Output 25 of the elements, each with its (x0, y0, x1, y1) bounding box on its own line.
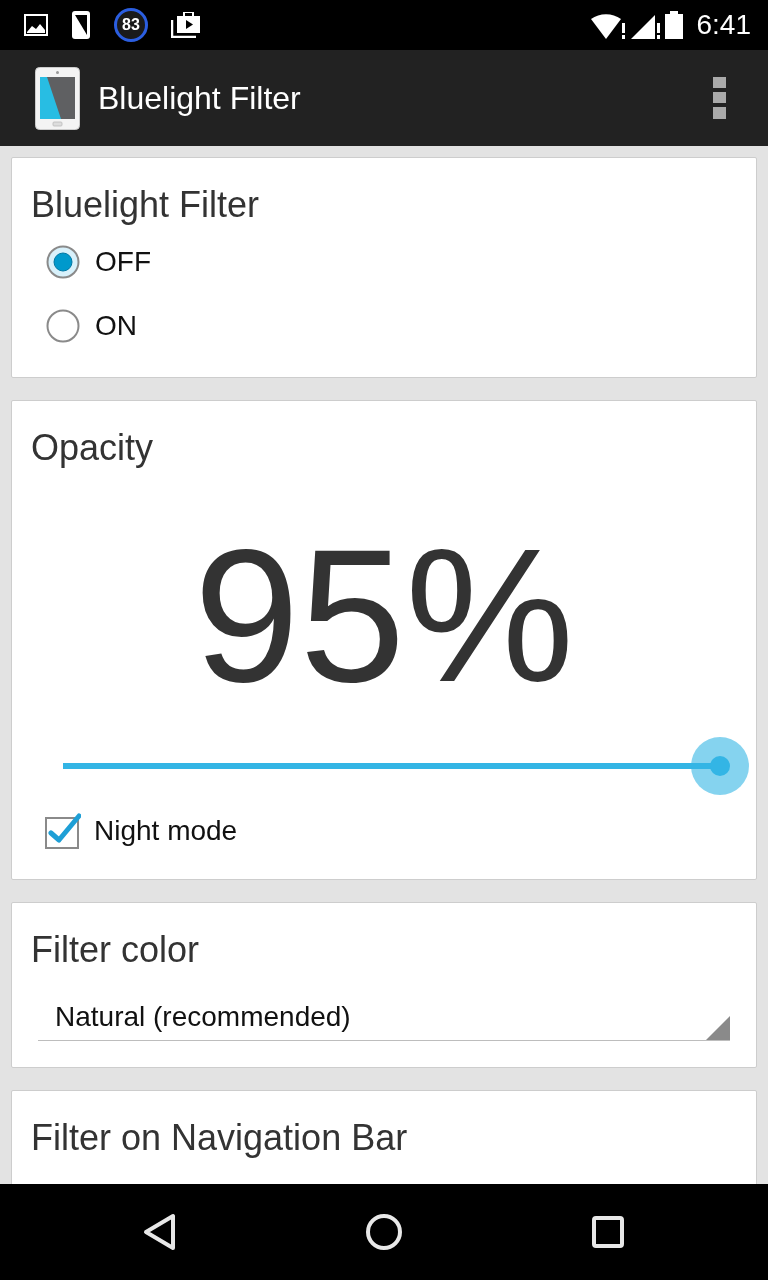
app-logo-icon (35, 66, 80, 130)
overflow-menu-icon[interactable] (713, 77, 726, 119)
card-title: Opacity (31, 426, 155, 470)
card-title: Filter on Navigation Bar (31, 1116, 409, 1160)
dropdown[interactable]: Natural (recommended) (38, 994, 730, 1041)
radio-button[interactable] (46, 245, 80, 279)
option-label[interactable]: ON (95, 310, 137, 342)
opacity-value: 95% (193, 520, 575, 710)
image-icon (24, 14, 48, 36)
home-icon[interactable] (364, 1212, 404, 1252)
briefcase-play-icon (171, 12, 201, 38)
phone-icon (71, 10, 91, 40)
checkbox-label[interactable]: Night mode (94, 815, 238, 847)
battery-icon (664, 11, 683, 39)
dropdown-corner-icon (706, 1016, 730, 1040)
notification-badge: 83 (114, 8, 148, 42)
checkbox[interactable] (45, 813, 81, 849)
card-title: Bluelight Filter (31, 183, 261, 227)
card-title: Filter color (31, 928, 201, 972)
clock-time: 6:41 (696, 11, 751, 39)
app-title: Bluelight Filter (98, 79, 302, 117)
slider-thumb[interactable] (691, 737, 749, 795)
option-label[interactable]: OFF (95, 246, 151, 278)
radio-button[interactable] (46, 309, 80, 343)
wifi-icon (590, 11, 627, 39)
